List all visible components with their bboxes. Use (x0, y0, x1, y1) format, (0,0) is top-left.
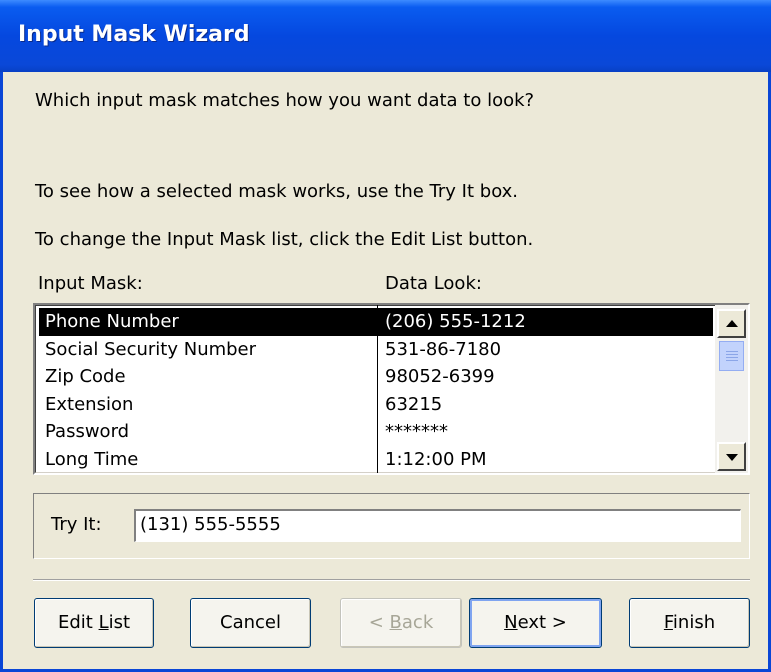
edit-list-hint: To change the Input Mask list, click the… (35, 229, 534, 250)
mask-name: Phone Number (45, 311, 179, 332)
finish-accelerator: F (663, 612, 673, 633)
mask-name: Zip Code (45, 366, 126, 387)
try-it-input[interactable]: (131) 555-5555 (134, 509, 741, 542)
list-item[interactable]: Long Time 1:12:00 PM (39, 446, 713, 473)
title-bar[interactable]: Input Mask Wizard (0, 0, 771, 72)
next-button[interactable]: Next > (469, 598, 602, 648)
down-arrow-icon (725, 453, 738, 461)
try-it-hint: To see how a selected mask works, use th… (35, 181, 519, 202)
list-item[interactable]: Phone Number (206) 555-1212 (39, 308, 713, 336)
input-mask-list[interactable]: Phone Number (206) 555-1212 Social Secur… (33, 303, 750, 475)
mask-name: Password (45, 421, 130, 442)
input-mask-wizard-window: Input Mask Wizard Which input mask match… (0, 0, 771, 672)
finish-label: inish (672, 612, 716, 633)
list-item[interactable]: Zip Code 98052-6399 (39, 363, 713, 391)
button-separator (33, 579, 750, 581)
data-look: (206) 555-1212 (385, 311, 526, 332)
edit-list-label: Edit (57, 612, 99, 633)
next-accelerator: N (504, 612, 518, 633)
edit-list-accelerator: L (98, 612, 109, 633)
data-look: ******* (385, 421, 448, 442)
cancel-button[interactable]: Cancel (190, 598, 311, 648)
scroll-down-button[interactable] (717, 442, 746, 471)
data-look-column-header: Data Look: (385, 273, 482, 294)
edit-list-label-rest: ist (108, 612, 131, 633)
back-button[interactable]: < Back (340, 598, 462, 648)
edit-list-button[interactable]: Edit List (34, 598, 154, 648)
back-accelerator: B (389, 612, 402, 633)
cancel-label: Cancel (220, 612, 281, 633)
mask-name: Long Time (45, 449, 139, 470)
data-look: 1:12:00 PM (385, 449, 487, 470)
mask-name: Extension (45, 394, 134, 415)
scroll-thumb[interactable] (719, 341, 744, 371)
up-arrow-icon (725, 319, 738, 327)
list-item[interactable]: Password ******* (39, 418, 713, 446)
question-text: Which input mask matches how you want da… (35, 90, 535, 111)
next-label: ext > (517, 612, 567, 633)
list-item[interactable]: Extension 63215 (39, 391, 713, 419)
data-look: 63215 (385, 394, 443, 415)
finish-button[interactable]: Finish (629, 598, 750, 648)
back-label-rest: ack (401, 612, 434, 633)
scroll-up-button[interactable] (717, 309, 746, 338)
mask-name: Social Security Number (45, 339, 257, 360)
window-title: Input Mask Wizard (18, 22, 250, 47)
back-label: < (368, 612, 390, 633)
data-look: 98052-6399 (385, 366, 495, 387)
data-look: 531-86-7180 (385, 339, 502, 360)
input-mask-column-header: Input Mask: (38, 273, 143, 294)
try-it-group: Try It: (131) 555-5555 (33, 493, 750, 559)
list-scrollbar[interactable] (715, 305, 748, 473)
try-it-label: Try It: (51, 514, 102, 535)
list-item[interactable]: Social Security Number 531-86-7180 (39, 336, 713, 364)
